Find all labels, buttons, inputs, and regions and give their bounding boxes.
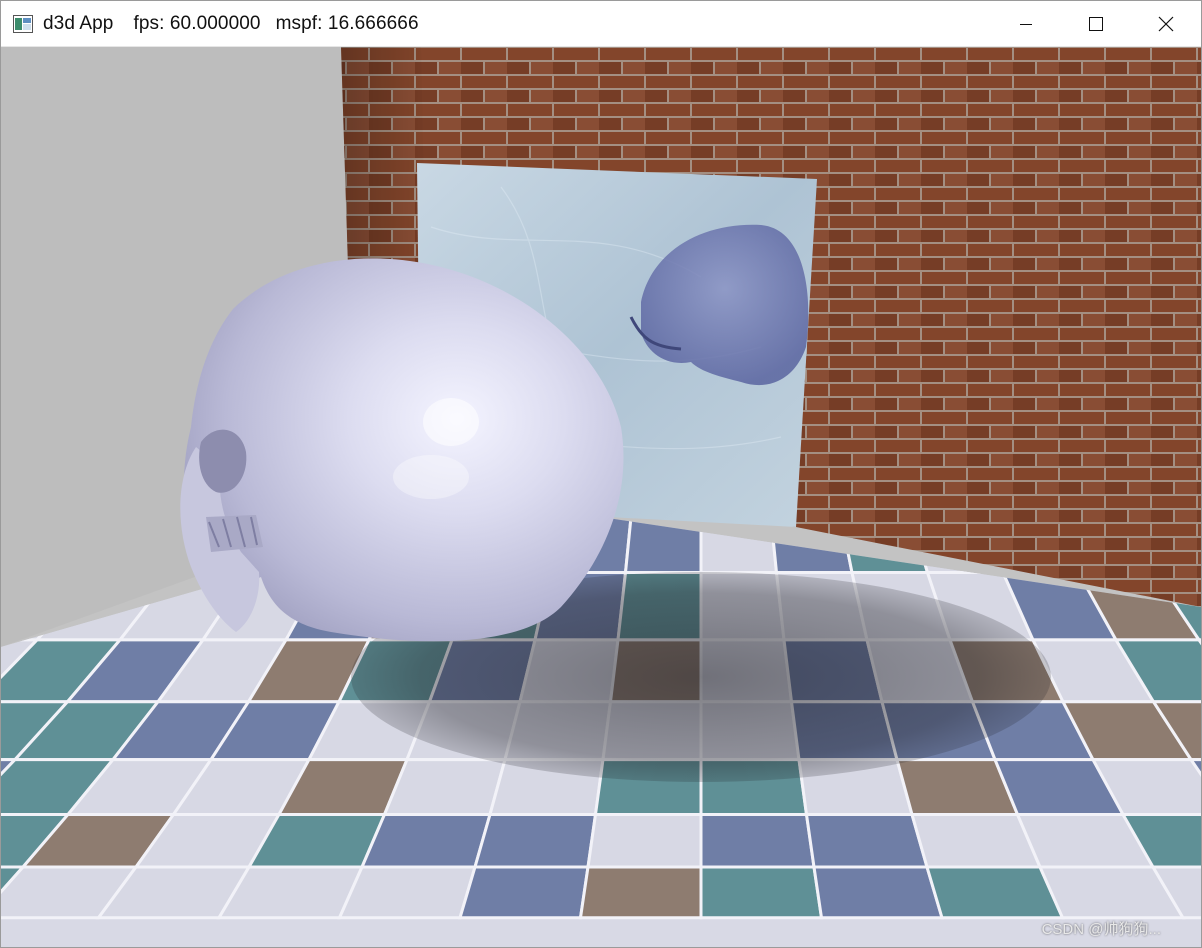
title-bar[interactable]: d3d App fps: 60.000000 mspf: 16.666666 [1, 1, 1201, 47]
floor-tile [578, 865, 703, 920]
floor-tile [382, 758, 507, 816]
close-button[interactable] [1131, 1, 1201, 46]
maximize-icon [1089, 16, 1103, 31]
floor-tile [699, 865, 824, 920]
floor-tile [359, 812, 492, 869]
d3d-app-icon [13, 14, 33, 33]
floor-tile [699, 812, 816, 869]
floor-tile [473, 812, 598, 869]
floor-tile [804, 812, 929, 869]
render-viewport[interactable]: CSDN @帅狗狗... [1, 47, 1201, 947]
window-controls [991, 1, 1201, 46]
mspf-readout: mspf: 16.666666 [275, 12, 419, 34]
close-icon [1158, 16, 1174, 31]
app-name: d3d App [43, 12, 114, 34]
scene-render [1, 47, 1201, 947]
fps-readout: fps: 60.000000 [133, 12, 261, 34]
csdn-watermark: CSDN @帅狗狗... [1041, 921, 1161, 938]
minimize-icon [1020, 23, 1032, 25]
floor-tile [337, 865, 478, 920]
floor-tile [586, 812, 703, 869]
window-title: d3d App fps: 60.000000 mspf: 16.666666 [43, 13, 419, 35]
minimize-button[interactable] [991, 1, 1061, 46]
maximize-button[interactable] [1061, 1, 1131, 46]
app-window: d3d App fps: 60.000000 mspf: 16.666666 C… [0, 0, 1202, 948]
floor-tile [457, 865, 590, 920]
floor-tile [812, 865, 945, 920]
